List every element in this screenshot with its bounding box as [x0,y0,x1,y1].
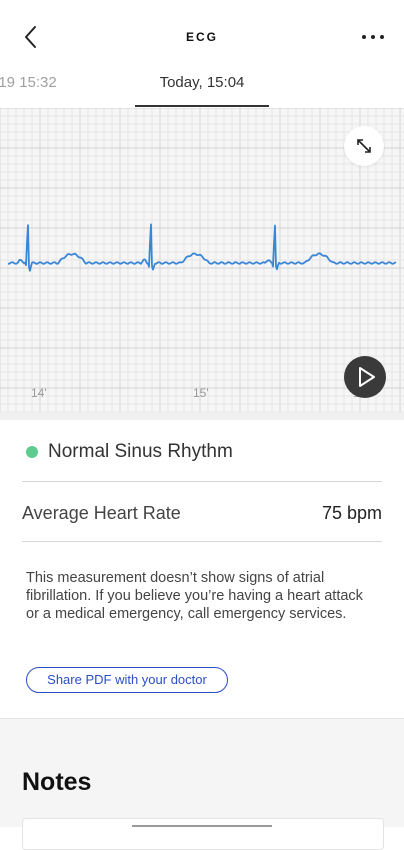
more-horizontal-icon [362,35,384,39]
average-heart-rate-value: 75 bpm [321,503,382,523]
play-recording-button[interactable] [344,356,386,398]
active-tab-indicator [135,105,269,107]
share-pdf-button[interactable]: Share PDF with your doctor [26,667,228,693]
divider [22,481,382,482]
expand-chart-button[interactable] [344,126,384,166]
rhythm-classification: Normal Sinus Rhythm [48,441,233,462]
tab-previous-measurement[interactable]: 019 15:32 [0,74,57,91]
status-dot [26,446,38,458]
notes-input[interactable] [22,818,384,850]
ecg-chart: 14' 15' 16' [0,108,404,412]
time-tick-label: 14' [31,386,47,400]
section-gap [0,412,404,420]
date-tabs: 019 15:32 Today, 15:04 [0,62,404,108]
expand-arrows-icon [357,139,371,153]
notes-heading: Notes [22,768,92,796]
page-title: ECG [185,30,218,44]
divider [0,718,404,719]
more-options-button[interactable] [360,26,388,46]
divider [22,541,382,542]
tab-current-measurement[interactable]: Today, 15:04 [135,74,269,91]
time-tick-label: 15' [193,386,209,400]
measurement-info-text: This measurement doesn’t show signs of a… [26,570,363,622]
play-icon [359,367,375,387]
ecg-waveform [7,223,397,272]
average-heart-rate-label: Average Heart Rate [22,503,181,523]
